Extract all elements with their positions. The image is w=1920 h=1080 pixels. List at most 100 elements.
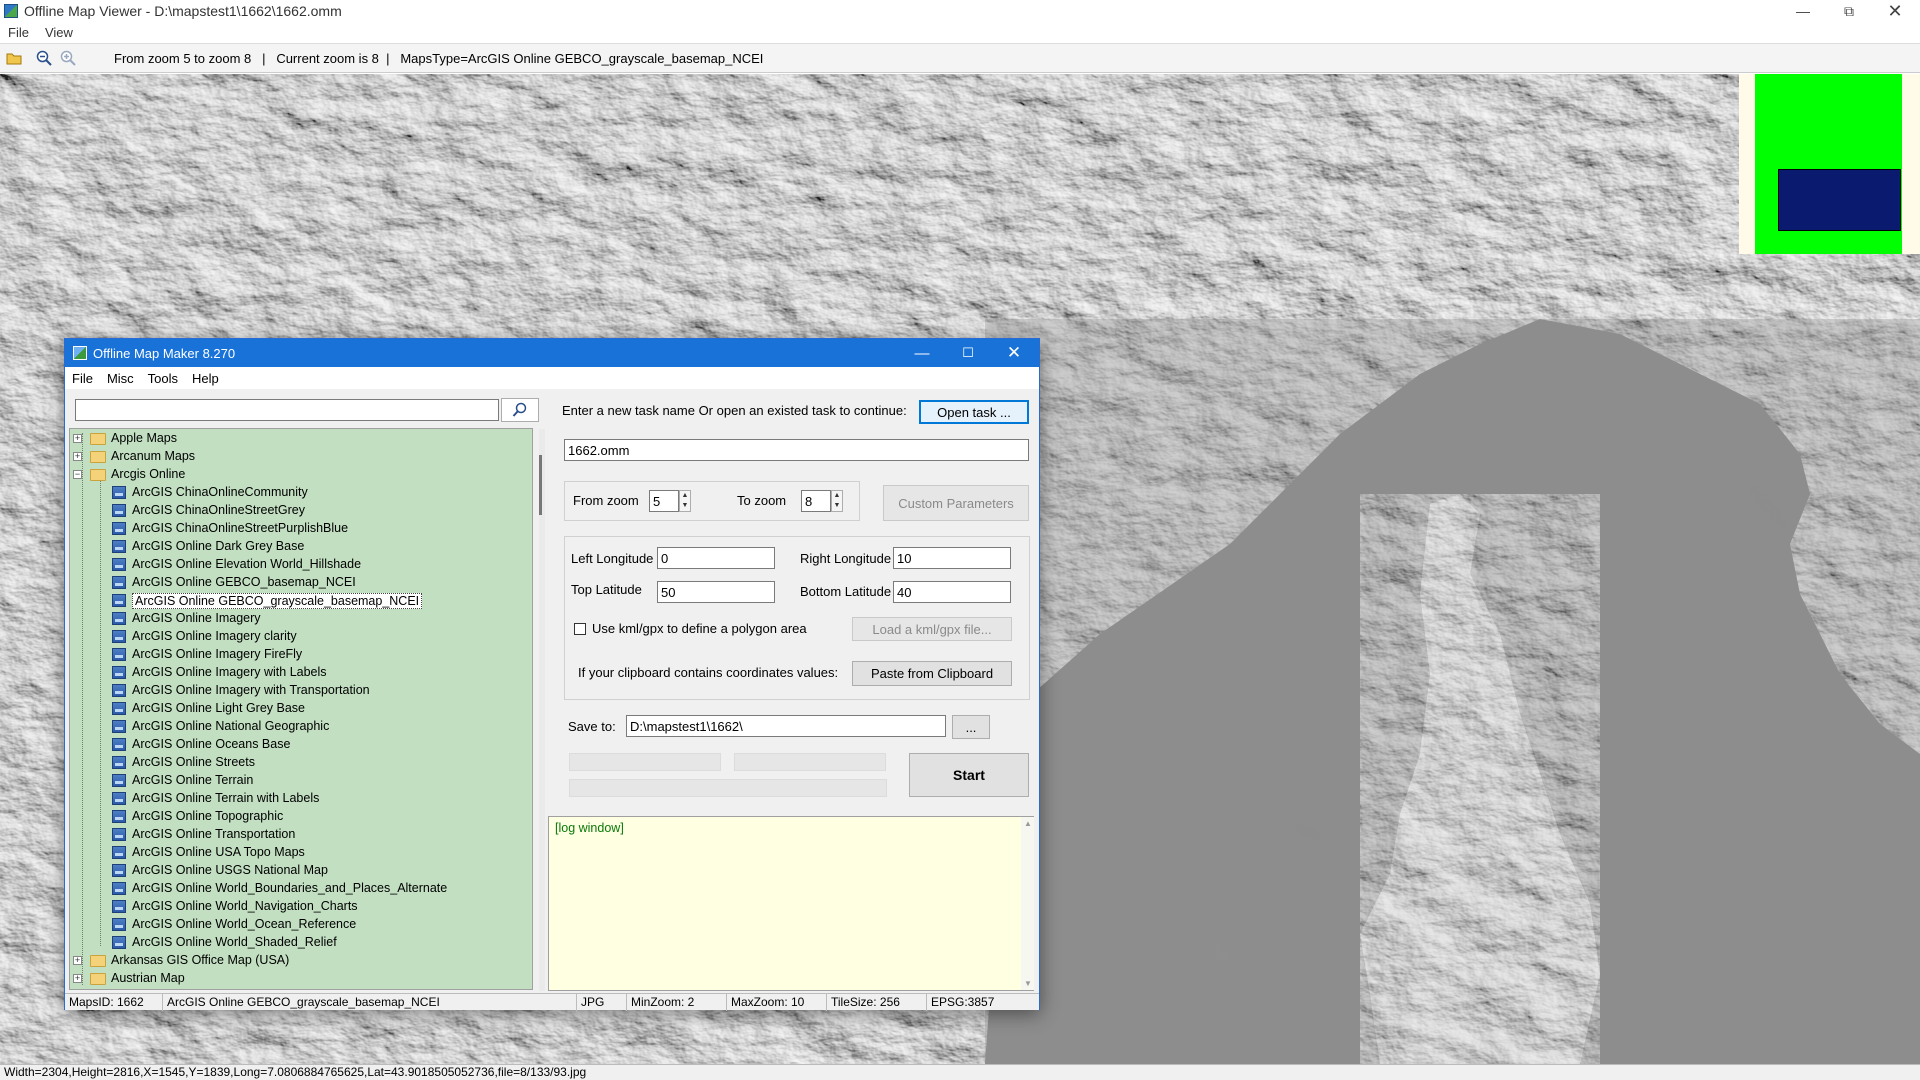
close-icon[interactable]: ✕ xyxy=(1872,0,1918,22)
tree-map-item[interactable]: ArcGIS Online World_Boundaries_and_Place… xyxy=(70,880,530,898)
tree-map-item[interactable]: ArcGIS Online Elevation World_Hillshade xyxy=(70,556,530,574)
tree-map-item[interactable]: ArcGIS Online Imagery clarity xyxy=(70,628,530,646)
custom-parameters-button[interactable]: Custom Parameters xyxy=(883,485,1029,521)
tree-map-item-selected[interactable]: ArcGIS Online GEBCO_grayscale_basemap_NC… xyxy=(70,592,530,610)
tree-map-item[interactable]: ArcGIS Online Terrain with Labels xyxy=(70,790,530,808)
tree-map-item[interactable]: ArcGIS Online Imagery with Transportatio… xyxy=(70,682,530,700)
tree-map-item[interactable]: ArcGIS Online Light Grey Base xyxy=(70,700,530,718)
dialog-titlebar[interactable]: Offline Map Maker 8.270 — ☐ ✕ xyxy=(65,339,1039,367)
tree-root-item[interactable]: − Arcgis Online xyxy=(70,466,530,484)
minimap-selection-area[interactable] xyxy=(1778,169,1901,231)
tree-root-item[interactable]: + Arcanum Maps xyxy=(70,448,530,466)
task-name-input[interactable] xyxy=(564,439,1029,461)
left-longitude-input[interactable] xyxy=(657,547,775,569)
tree-map-item[interactable]: ArcGIS ChinaOnlineCommunity xyxy=(70,484,530,502)
viewer-statusbar: Width=2304,Height=2816,X=1545,Y=1839,Lon… xyxy=(0,1064,1920,1080)
tree-map-label: ArcGIS Online USA Topo Maps xyxy=(132,845,305,859)
log-window[interactable]: [log window] ▲ ▼ xyxy=(548,816,1034,991)
expand-icon[interactable]: + xyxy=(73,956,82,965)
tree-map-item[interactable]: ArcGIS Online National Geographic xyxy=(70,718,530,736)
map-layer-icon xyxy=(112,558,126,571)
tree-root-item[interactable]: + Arkansas GIS Office Map (USA) xyxy=(70,952,530,970)
status-mapsid: MapsID: 1662 xyxy=(65,994,163,1011)
right-longitude-input[interactable] xyxy=(893,547,1011,569)
menu-view[interactable]: View xyxy=(37,25,81,40)
progress-bar-total xyxy=(569,779,887,797)
dialog-minimize-icon[interactable]: — xyxy=(899,339,945,367)
tree-map-item[interactable]: ArcGIS Online Oceans Base xyxy=(70,736,530,754)
expand-icon[interactable]: + xyxy=(73,434,82,443)
tree-map-item[interactable]: ArcGIS Online Transportation xyxy=(70,826,530,844)
map-layer-icon xyxy=(112,828,126,841)
tree-map-item[interactable]: ArcGIS ChinaOnlineStreetPurplishBlue xyxy=(70,520,530,538)
tree-map-item[interactable]: ArcGIS Online USA Topo Maps xyxy=(70,844,530,862)
tree-map-item[interactable]: ArcGIS Online Imagery with Labels xyxy=(70,664,530,682)
restore-icon[interactable]: ⧉ xyxy=(1826,0,1872,22)
tree-map-label: ArcGIS Online Transportation xyxy=(132,827,296,841)
tree-map-label: ArcGIS Online World_Navigation_Charts xyxy=(132,899,358,913)
tree-map-item[interactable]: ArcGIS Online USGS National Map xyxy=(70,862,530,880)
kml-polygon-checkbox[interactable] xyxy=(574,623,586,635)
start-button[interactable]: Start xyxy=(909,753,1029,797)
tree-root-item[interactable]: + Austrian Map xyxy=(70,970,530,988)
tree-map-item[interactable]: ArcGIS Online Imagery FireFly xyxy=(70,646,530,664)
to-zoom-input[interactable] xyxy=(801,490,831,512)
log-text: [log window] xyxy=(555,821,624,835)
from-zoom-input[interactable] xyxy=(649,490,679,512)
status-maxzoom: MaxZoom: 10 xyxy=(727,994,827,1011)
dialog-menubar: File Misc Tools Help xyxy=(65,367,1039,389)
map-maker-app-icon xyxy=(73,346,87,360)
open-folder-icon[interactable] xyxy=(4,48,24,68)
tree-scroll-thumb[interactable] xyxy=(539,455,542,515)
to-zoom-stepper[interactable]: ▲ ▼ xyxy=(831,490,843,512)
dialog-menu-help[interactable]: Help xyxy=(185,371,226,386)
dialog-menu-tools[interactable]: Tools xyxy=(141,371,185,386)
log-scrollbar[interactable]: ▲ ▼ xyxy=(1021,817,1034,990)
viewer-menubar: File View xyxy=(0,22,1920,43)
tree-map-label: ArcGIS Online World_Ocean_Reference xyxy=(132,917,357,931)
expand-icon[interactable]: + xyxy=(73,974,82,983)
zoom-in-icon[interactable] xyxy=(58,48,78,68)
top-latitude-input[interactable] xyxy=(657,581,775,603)
collapse-icon[interactable]: − xyxy=(73,470,82,479)
tree-map-item[interactable]: ArcGIS Online Topographic xyxy=(70,808,530,826)
tree-map-item[interactable]: ArcGIS Online World_Navigation_Charts xyxy=(70,898,530,916)
maps-tree[interactable]: + Apple Maps + Arcanum Maps − Arcgis Online Ar… xyxy=(69,428,533,990)
map-layer-icon xyxy=(112,702,126,715)
search-button[interactable] xyxy=(501,398,539,422)
bottom-latitude-label: Bottom Latitude xyxy=(800,584,892,599)
tree-map-item[interactable]: ArcGIS Online World_Ocean_Reference xyxy=(70,916,530,934)
bottom-latitude-input[interactable] xyxy=(893,581,1011,603)
dialog-menu-misc[interactable]: Misc xyxy=(100,371,141,386)
map-search-input[interactable] xyxy=(75,399,499,421)
map-layer-icon xyxy=(112,594,126,607)
menu-file[interactable]: File xyxy=(0,25,37,40)
dialog-maximize-icon[interactable]: ☐ xyxy=(945,339,991,367)
open-task-button[interactable]: Open task ... xyxy=(919,400,1029,424)
from-zoom-stepper[interactable]: ▲ ▼ xyxy=(679,490,691,512)
browse-button[interactable]: ... xyxy=(952,715,990,739)
status-epsg: EPSG:3857 xyxy=(931,995,995,1009)
tree-map-item[interactable]: ArcGIS Online Imagery xyxy=(70,610,530,628)
tree-map-item[interactable]: ArcGIS ChinaOnlineStreetGrey xyxy=(70,502,530,520)
paste-clipboard-button[interactable]: Paste from Clipboard xyxy=(852,661,1012,686)
tree-map-item[interactable]: ArcGIS Online Terrain xyxy=(70,772,530,790)
tree-map-item[interactable]: ArcGIS Online Streets xyxy=(70,754,530,772)
folder-icon xyxy=(90,955,106,967)
save-path-input[interactable] xyxy=(626,715,946,737)
expand-icon[interactable]: + xyxy=(73,452,82,461)
tree-root-item[interactable]: + Apple Maps xyxy=(70,430,530,448)
folder-icon xyxy=(90,433,106,445)
zoom-out-icon[interactable] xyxy=(34,48,54,68)
tree-map-label: ArcGIS Online Topographic xyxy=(132,809,284,823)
tree-map-label: ArcGIS ChinaOnlineStreetGrey xyxy=(132,503,305,517)
minimize-icon[interactable]: — xyxy=(1780,0,1826,22)
load-kml-button[interactable]: Load a kml/gpx file... xyxy=(852,617,1012,641)
tree-map-item[interactable]: ArcGIS Online World_Shaded_Relief xyxy=(70,934,530,952)
tree-map-item[interactable]: ArcGIS Online GEBCO_basemap_NCEI xyxy=(70,574,530,592)
map-layer-icon xyxy=(112,900,126,913)
tree-map-item[interactable]: ArcGIS Online Dark Grey Base xyxy=(70,538,530,556)
dialog-menu-file[interactable]: File xyxy=(65,371,100,386)
dialog-close-icon[interactable]: ✕ xyxy=(991,339,1037,367)
map-layer-icon xyxy=(112,918,126,931)
